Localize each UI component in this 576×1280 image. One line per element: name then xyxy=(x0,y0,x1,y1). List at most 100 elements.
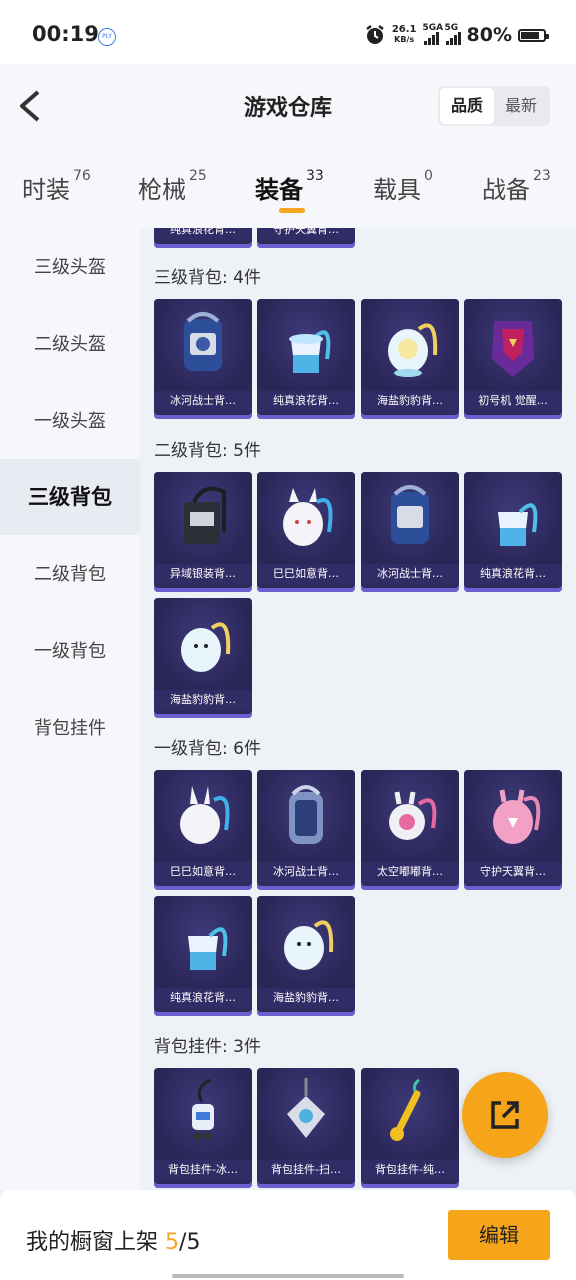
item-card[interactable]: 海盐豹豹背… xyxy=(154,598,252,718)
item-label: 守护天翼背… xyxy=(464,862,562,882)
item-card[interactable]: 背包挂件-扫… xyxy=(257,1068,355,1188)
item-card[interactable]: 冰河战士背… xyxy=(154,299,252,419)
item-label: 巳巳如意背… xyxy=(154,862,252,882)
sort-latest-button[interactable]: 最新 xyxy=(494,88,548,124)
showcase-total: 5 xyxy=(186,1230,201,1255)
sidebar: 三级头盔 二级头盔 一级头盔 三级背包 二级背包 一级背包 背包挂件 xyxy=(0,228,140,1190)
sidebar-item-backpack-2[interactable]: 二级背包 xyxy=(0,537,140,613)
backpack-icon xyxy=(184,312,222,371)
item-label: 海盐豹豹背… xyxy=(361,391,459,411)
edit-button[interactable]: 编辑 xyxy=(448,1210,550,1260)
item-label: 海盐豹豹背… xyxy=(257,988,355,1008)
seal-backpack-icon xyxy=(388,323,438,377)
section-title: 背包挂件: 3件 xyxy=(154,1037,261,1057)
item-card[interactable]: 海盐豹豹背… xyxy=(361,299,459,419)
eva-backpack-icon xyxy=(492,321,534,377)
section-title: 二级背包: 5件 xyxy=(154,441,261,461)
sidebar-item-helmet-1[interactable]: 一级头盔 xyxy=(0,384,140,460)
item-grid: 纯真浪花背… 守护天翼背… 三级背包: 4件 冰河战士背… 纯真浪花背… 海盐豹… xyxy=(140,228,576,1190)
item-card[interactable]: 守护天翼背… xyxy=(257,228,355,248)
item-label: 背包挂件-冰… xyxy=(154,1160,252,1180)
item-card[interactable]: 巳巳如意背… xyxy=(154,770,252,890)
signal-5ga: 5GA xyxy=(423,23,443,45)
item-card[interactable]: 冰河战士背… xyxy=(361,472,459,592)
drink-backpack-icon xyxy=(289,330,331,373)
space-backpack-icon xyxy=(389,791,437,840)
item-card[interactable]: 守护天翼背… xyxy=(464,770,562,890)
section-title: 三级背包: 4件 xyxy=(154,268,261,288)
app-notification-icon: PLY xyxy=(98,28,116,46)
drink-backpack-icon xyxy=(188,927,228,970)
item-label: 背包挂件-扫… xyxy=(257,1160,355,1180)
item-card[interactable]: 纯真浪花背… xyxy=(154,896,252,1016)
sort-quality-button[interactable]: 品质 xyxy=(440,88,494,124)
item-card[interactable]: 冰河战士背… xyxy=(257,770,355,890)
item-card[interactable]: 背包挂件-冰… xyxy=(154,1068,252,1188)
item-label: 纯真浪花背… xyxy=(464,564,562,584)
network-speed: 26.1 KB/s xyxy=(391,24,417,45)
charm-icon xyxy=(287,1078,325,1138)
status-bar: 00:19 PLY 26.1 KB/s 5GA 5G 80% xyxy=(0,0,576,64)
drink-backpack-icon xyxy=(498,503,538,546)
battery-icon xyxy=(518,28,549,42)
backpack-icon xyxy=(184,486,226,544)
item-label: 纯真浪花背… xyxy=(257,391,355,411)
item-label: 冰河战士背… xyxy=(361,564,459,584)
wing-backpack-icon xyxy=(493,789,541,844)
item-label: 太空嘟嘟背… xyxy=(361,862,459,882)
item-label: 纯真浪花背… xyxy=(154,228,252,240)
charm-icon xyxy=(192,1078,214,1140)
showcase-status: 我的橱窗上架 5/5 xyxy=(26,1230,201,1255)
item-label: 冰河战士背… xyxy=(154,391,252,411)
snake-backpack-icon xyxy=(283,488,333,546)
bottom-bar: 我的橱窗上架 5/5 编辑 xyxy=(0,1190,576,1280)
battery-percent: 80% xyxy=(466,24,512,46)
chevron-left-icon xyxy=(20,90,40,122)
share-button[interactable] xyxy=(462,1072,548,1158)
back-button[interactable] xyxy=(16,88,46,124)
tab-equipment[interactable]: 装备 33 xyxy=(255,168,324,205)
status-time: 00:19 xyxy=(32,22,99,46)
tab-guns[interactable]: 枪械 25 xyxy=(138,168,207,205)
item-card[interactable]: 初号机 觉醒… xyxy=(464,299,562,419)
status-right: 26.1 KB/s 5GA 5G 80% xyxy=(364,20,549,50)
tab-tactical[interactable]: 战备 23 xyxy=(482,168,551,205)
sidebar-item-helmet-2[interactable]: 二级头盔 xyxy=(0,307,140,383)
category-tabs: 时装 76 枪械 25 装备 33 载具 0 战备 23 xyxy=(0,150,576,228)
sidebar-item-backpack-3[interactable]: 三级背包 xyxy=(0,459,140,535)
active-tab-indicator xyxy=(279,208,305,213)
tab-vehicles[interactable]: 载具 0 xyxy=(373,168,433,205)
item-card[interactable]: 纯真浪花背… xyxy=(464,472,562,592)
item-label: 守护天翼背… xyxy=(257,228,355,240)
sort-toggle: 品质 最新 xyxy=(438,86,550,126)
item-label: 初号机 觉醒… xyxy=(464,391,562,411)
home-indicator xyxy=(172,1274,404,1278)
backpack-icon xyxy=(391,485,429,544)
share-icon xyxy=(491,1101,519,1129)
sidebar-item-helmet-3[interactable]: 三级头盔 xyxy=(0,230,140,306)
seal-backpack-icon xyxy=(284,920,334,970)
item-card[interactable]: 海盐豹豹背… xyxy=(257,896,355,1016)
sidebar-item-backpack-charm[interactable]: 背包挂件 xyxy=(0,691,140,767)
header: 游戏仓库 品质 最新 xyxy=(0,64,576,150)
item-card[interactable]: 太空嘟嘟背… xyxy=(361,770,459,890)
tab-fashion[interactable]: 时装 76 xyxy=(22,168,91,205)
backpack-icon xyxy=(289,785,323,844)
charm-icon xyxy=(390,1078,421,1141)
sidebar-item-backpack-1[interactable]: 一级背包 xyxy=(0,614,140,690)
seal-backpack-icon xyxy=(181,622,231,672)
snake-backpack-icon xyxy=(180,786,230,844)
section-title: 一级背包: 6件 xyxy=(154,739,261,759)
item-card[interactable]: 异域银装背… xyxy=(154,472,252,592)
item-label: 冰河战士背… xyxy=(257,862,355,882)
item-label: 异域银装背… xyxy=(154,564,252,584)
signal-5g: 5G xyxy=(445,23,461,45)
item-label: 海盐豹豹背… xyxy=(154,690,252,710)
item-card[interactable]: 纯真浪花背… xyxy=(154,228,252,248)
item-card[interactable]: 背包挂件-纯… xyxy=(361,1068,459,1188)
item-card[interactable]: 纯真浪花背… xyxy=(257,299,355,419)
showcase-current: 5 xyxy=(165,1230,180,1255)
item-card[interactable]: 巳巳如意背… xyxy=(257,472,355,592)
item-label: 纯真浪花背… xyxy=(154,988,252,1008)
item-label: 背包挂件-纯… xyxy=(361,1160,459,1180)
